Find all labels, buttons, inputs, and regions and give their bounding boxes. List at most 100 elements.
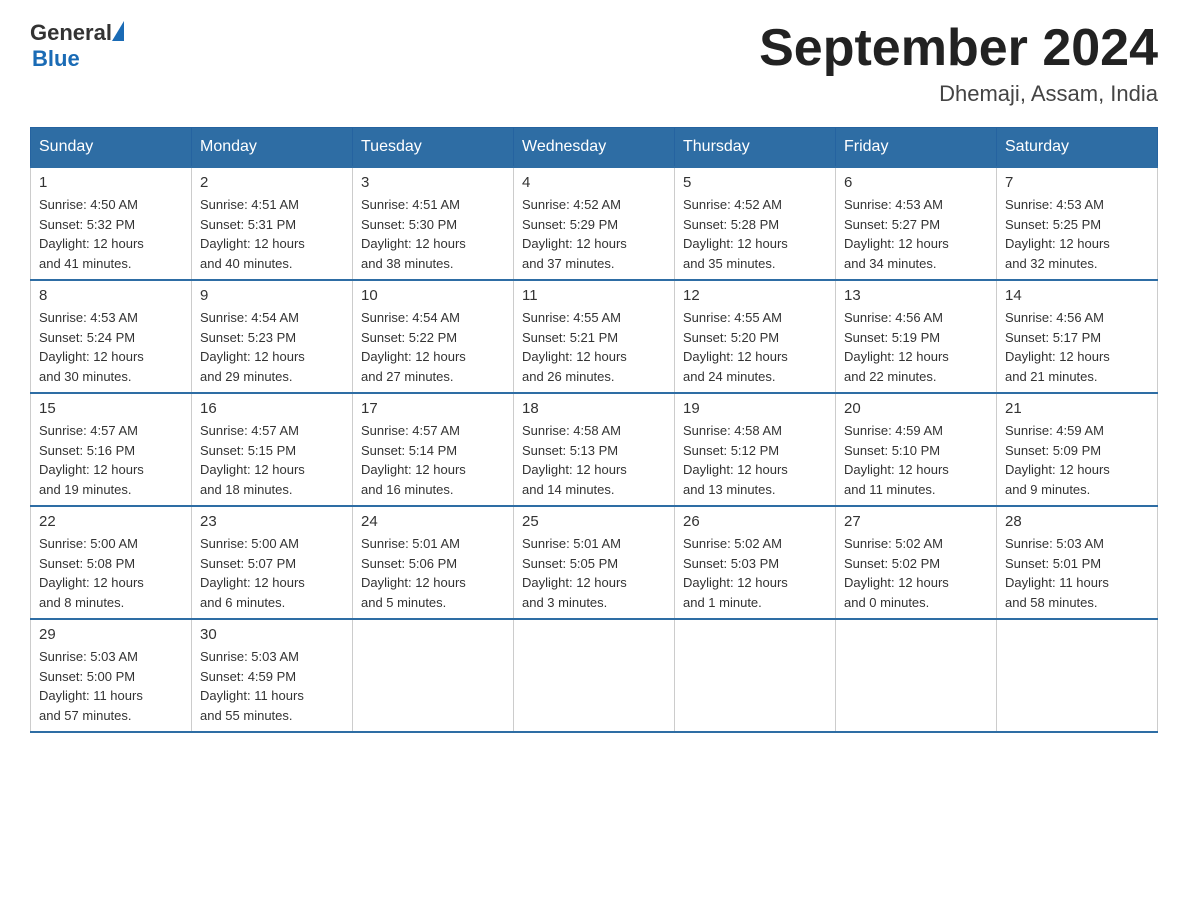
day-info: Sunrise: 5:01 AMSunset: 5:06 PMDaylight:… [361,534,505,612]
day-info: Sunrise: 4:58 AMSunset: 5:12 PMDaylight:… [683,421,827,499]
day-number: 30 [200,626,344,643]
day-info: Sunrise: 4:51 AMSunset: 5:31 PMDaylight:… [200,195,344,273]
day-number: 15 [39,400,183,417]
day-info: Sunrise: 4:59 AMSunset: 5:09 PMDaylight:… [1005,421,1149,499]
calendar-cell: 21 Sunrise: 4:59 AMSunset: 5:09 PMDaylig… [997,393,1158,506]
weekday-header-monday: Monday [192,128,353,168]
calendar-cell: 12 Sunrise: 4:55 AMSunset: 5:20 PMDaylig… [675,280,836,393]
day-number: 9 [200,287,344,304]
calendar-cell: 4 Sunrise: 4:52 AMSunset: 5:29 PMDayligh… [514,167,675,280]
day-info: Sunrise: 5:01 AMSunset: 5:05 PMDaylight:… [522,534,666,612]
day-number: 2 [200,174,344,191]
day-number: 16 [200,400,344,417]
day-number: 10 [361,287,505,304]
day-info: Sunrise: 4:59 AMSunset: 5:10 PMDaylight:… [844,421,988,499]
day-number: 26 [683,513,827,530]
logo: General Blue [30,20,124,72]
day-info: Sunrise: 5:00 AMSunset: 5:08 PMDaylight:… [39,534,183,612]
day-info: Sunrise: 4:51 AMSunset: 5:30 PMDaylight:… [361,195,505,273]
day-info: Sunrise: 5:03 AMSunset: 5:01 PMDaylight:… [1005,534,1149,612]
day-number: 27 [844,513,988,530]
calendar-cell: 2 Sunrise: 4:51 AMSunset: 5:31 PMDayligh… [192,167,353,280]
day-info: Sunrise: 4:57 AMSunset: 5:15 PMDaylight:… [200,421,344,499]
day-number: 12 [683,287,827,304]
day-info: Sunrise: 4:53 AMSunset: 5:27 PMDaylight:… [844,195,988,273]
day-info: Sunrise: 4:57 AMSunset: 5:14 PMDaylight:… [361,421,505,499]
day-info: Sunrise: 4:50 AMSunset: 5:32 PMDaylight:… [39,195,183,273]
day-number: 14 [1005,287,1149,304]
weekday-header-tuesday: Tuesday [353,128,514,168]
day-info: Sunrise: 5:02 AMSunset: 5:03 PMDaylight:… [683,534,827,612]
calendar-cell [836,619,997,732]
calendar-cell: 30 Sunrise: 5:03 AMSunset: 4:59 PMDaylig… [192,619,353,732]
day-info: Sunrise: 5:02 AMSunset: 5:02 PMDaylight:… [844,534,988,612]
day-info: Sunrise: 5:00 AMSunset: 5:07 PMDaylight:… [200,534,344,612]
day-number: 28 [1005,513,1149,530]
calendar-week-2: 8 Sunrise: 4:53 AMSunset: 5:24 PMDayligh… [31,280,1158,393]
calendar-cell: 3 Sunrise: 4:51 AMSunset: 5:30 PMDayligh… [353,167,514,280]
day-number: 11 [522,287,666,304]
calendar-cell: 28 Sunrise: 5:03 AMSunset: 5:01 PMDaylig… [997,506,1158,619]
weekday-header-row: SundayMondayTuesdayWednesdayThursdayFrid… [31,128,1158,168]
calendar-cell: 16 Sunrise: 4:57 AMSunset: 5:15 PMDaylig… [192,393,353,506]
logo-blue: Blue [32,46,80,72]
day-number: 3 [361,174,505,191]
page-header: General Blue September 2024 Dhemaji, Ass… [30,20,1158,107]
logo-triangle-icon [112,21,124,41]
day-info: Sunrise: 4:56 AMSunset: 5:19 PMDaylight:… [844,308,988,386]
day-number: 19 [683,400,827,417]
calendar-cell: 5 Sunrise: 4:52 AMSunset: 5:28 PMDayligh… [675,167,836,280]
day-info: Sunrise: 4:54 AMSunset: 5:23 PMDaylight:… [200,308,344,386]
day-info: Sunrise: 4:52 AMSunset: 5:28 PMDaylight:… [683,195,827,273]
location-title: Dhemaji, Assam, India [759,81,1158,107]
day-number: 20 [844,400,988,417]
calendar-cell: 15 Sunrise: 4:57 AMSunset: 5:16 PMDaylig… [31,393,192,506]
day-number: 24 [361,513,505,530]
calendar-cell: 11 Sunrise: 4:55 AMSunset: 5:21 PMDaylig… [514,280,675,393]
day-number: 8 [39,287,183,304]
calendar-cell [514,619,675,732]
calendar-table: SundayMondayTuesdayWednesdayThursdayFrid… [30,127,1158,733]
day-number: 18 [522,400,666,417]
day-info: Sunrise: 4:55 AMSunset: 5:20 PMDaylight:… [683,308,827,386]
calendar-cell: 24 Sunrise: 5:01 AMSunset: 5:06 PMDaylig… [353,506,514,619]
day-info: Sunrise: 4:52 AMSunset: 5:29 PMDaylight:… [522,195,666,273]
day-info: Sunrise: 4:54 AMSunset: 5:22 PMDaylight:… [361,308,505,386]
day-number: 23 [200,513,344,530]
weekday-header-sunday: Sunday [31,128,192,168]
day-number: 7 [1005,174,1149,191]
calendar-week-3: 15 Sunrise: 4:57 AMSunset: 5:16 PMDaylig… [31,393,1158,506]
day-number: 4 [522,174,666,191]
weekday-header-thursday: Thursday [675,128,836,168]
calendar-cell: 22 Sunrise: 5:00 AMSunset: 5:08 PMDaylig… [31,506,192,619]
weekday-header-wednesday: Wednesday [514,128,675,168]
day-number: 21 [1005,400,1149,417]
day-info: Sunrise: 4:58 AMSunset: 5:13 PMDaylight:… [522,421,666,499]
calendar-week-4: 22 Sunrise: 5:00 AMSunset: 5:08 PMDaylig… [31,506,1158,619]
day-info: Sunrise: 4:57 AMSunset: 5:16 PMDaylight:… [39,421,183,499]
calendar-cell: 14 Sunrise: 4:56 AMSunset: 5:17 PMDaylig… [997,280,1158,393]
day-info: Sunrise: 4:56 AMSunset: 5:17 PMDaylight:… [1005,308,1149,386]
day-info: Sunrise: 4:53 AMSunset: 5:24 PMDaylight:… [39,308,183,386]
calendar-cell: 19 Sunrise: 4:58 AMSunset: 5:12 PMDaylig… [675,393,836,506]
calendar-cell: 7 Sunrise: 4:53 AMSunset: 5:25 PMDayligh… [997,167,1158,280]
calendar-cell: 13 Sunrise: 4:56 AMSunset: 5:19 PMDaylig… [836,280,997,393]
calendar-cell: 25 Sunrise: 5:01 AMSunset: 5:05 PMDaylig… [514,506,675,619]
day-number: 6 [844,174,988,191]
calendar-cell: 29 Sunrise: 5:03 AMSunset: 5:00 PMDaylig… [31,619,192,732]
calendar-cell: 10 Sunrise: 4:54 AMSunset: 5:22 PMDaylig… [353,280,514,393]
calendar-cell: 6 Sunrise: 4:53 AMSunset: 5:27 PMDayligh… [836,167,997,280]
weekday-header-friday: Friday [836,128,997,168]
title-block: September 2024 Dhemaji, Assam, India [759,20,1158,107]
day-number: 13 [844,287,988,304]
calendar-cell: 9 Sunrise: 4:54 AMSunset: 5:23 PMDayligh… [192,280,353,393]
day-number: 25 [522,513,666,530]
calendar-cell [353,619,514,732]
calendar-cell [997,619,1158,732]
day-number: 29 [39,626,183,643]
day-number: 17 [361,400,505,417]
calendar-week-5: 29 Sunrise: 5:03 AMSunset: 5:00 PMDaylig… [31,619,1158,732]
calendar-cell: 20 Sunrise: 4:59 AMSunset: 5:10 PMDaylig… [836,393,997,506]
calendar-cell: 26 Sunrise: 5:02 AMSunset: 5:03 PMDaylig… [675,506,836,619]
calendar-cell: 23 Sunrise: 5:00 AMSunset: 5:07 PMDaylig… [192,506,353,619]
